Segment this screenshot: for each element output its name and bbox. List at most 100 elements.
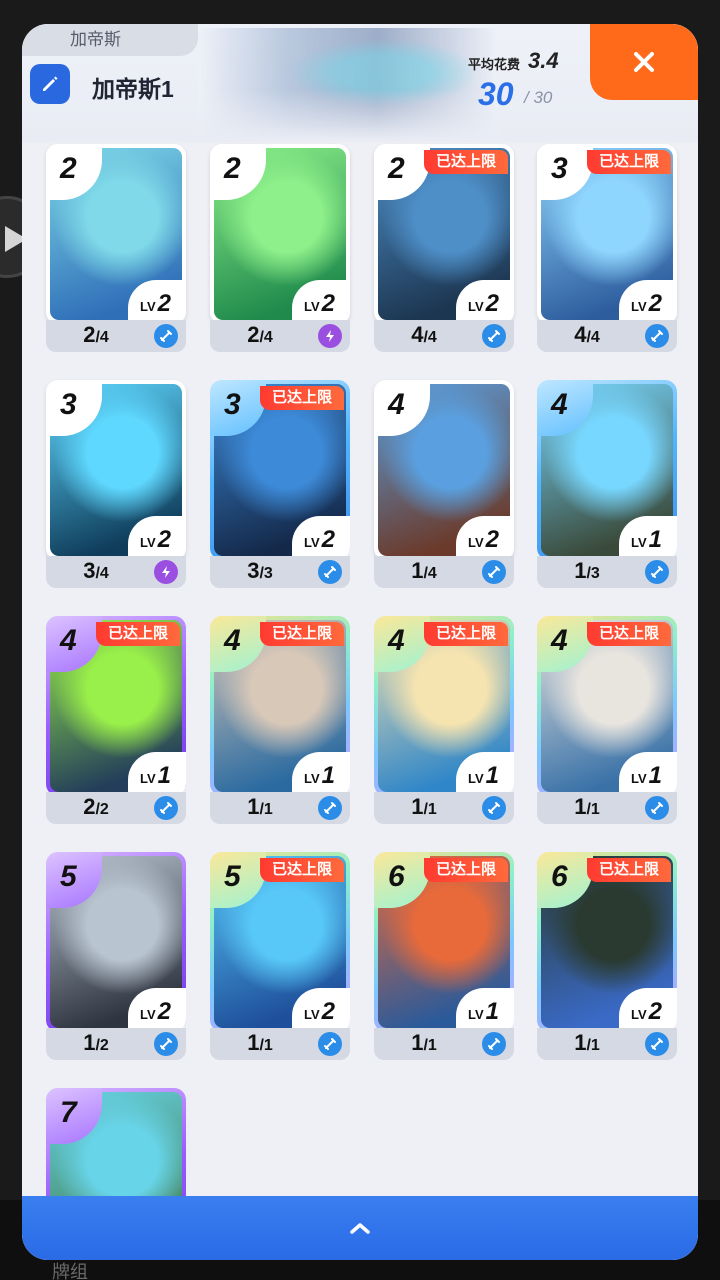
card-frame: 2 已达上限 LV2: [374, 144, 514, 324]
card-level-prefix: LV: [304, 299, 320, 314]
card-frame: 3 LV2: [46, 380, 186, 560]
card-copies-max: /3: [586, 565, 600, 582]
sword-icon: [154, 1032, 178, 1056]
card-copies-max: /1: [586, 801, 600, 818]
card-slot[interactable]: 5 已达上限 LV2 1/1: [210, 852, 350, 1064]
card-copies-owned: 1: [411, 1030, 424, 1055]
card-copies-max: /4: [95, 329, 109, 346]
card-level: LV1: [292, 752, 350, 796]
card-slot[interactable]: 4 已达上限 LV1 1/1: [537, 616, 677, 828]
card-frame: 2 LV2: [46, 144, 186, 324]
card-level: LV2: [292, 516, 350, 560]
edit-deck-button[interactable]: [30, 64, 70, 104]
card-level-value: 1: [485, 998, 500, 1025]
card-copies-max: /2: [95, 1037, 109, 1054]
card-copies-owned: 1: [411, 558, 424, 583]
card-copies-max: /4: [95, 565, 109, 582]
card-copies-owned: 2: [83, 322, 96, 347]
card-slot[interactable]: 5 LV2 1/2: [46, 852, 186, 1064]
card-slot[interactable]: 3 已达上限 LV2 4/4: [537, 144, 677, 356]
sword-icon: [482, 324, 506, 348]
card-frame: 6 已达上限 LV1: [374, 852, 514, 1032]
max-level-tag: 已达上限: [424, 858, 508, 882]
card-frame: 4 已达上限 LV1: [537, 616, 677, 796]
max-level-tag: 已达上限: [260, 622, 344, 646]
card-slot[interactable]: 2 LV2 2/4: [210, 144, 350, 356]
deck-name[interactable]: 加帝斯1: [92, 70, 174, 104]
card-copies-owned: 1: [574, 558, 587, 583]
sword-icon: [645, 324, 669, 348]
card-copies-bar: 2/4: [210, 320, 350, 352]
max-level-tag: 已达上限: [587, 622, 671, 646]
card-frame: 4 已达上限 LV1: [374, 616, 514, 796]
card-copies-max: /2: [95, 801, 109, 818]
card-level-prefix: LV: [140, 1007, 156, 1022]
card-level-prefix: LV: [631, 299, 647, 314]
card-level-value: 1: [157, 762, 172, 789]
card-frame: 5 已达上限 LV2: [210, 852, 350, 1032]
card-copies: 3/4: [46, 558, 146, 584]
card-grid: 2 LV2 2/4 2 LV2 2/4 2 已达上限 LV2 4/4 3 已达上限 LV2 4/4 3 LV2…: [22, 142, 698, 1260]
card-level: LV2: [619, 280, 677, 324]
card-frame: 3 已达上限 LV2: [210, 380, 350, 560]
card-slot[interactable]: 4 已达上限 LV1 1/1: [374, 616, 514, 828]
card-slot[interactable]: 3 已达上限 LV2 3/3: [210, 380, 350, 592]
card-copies-owned: 2: [247, 322, 260, 347]
sword-icon: [318, 560, 342, 584]
card-copies-max: /1: [259, 1037, 273, 1054]
card-level-prefix: LV: [468, 535, 484, 550]
card-copies-owned: 2: [83, 794, 96, 819]
card-level-prefix: LV: [140, 771, 156, 786]
expand-bar-button[interactable]: [22, 1196, 698, 1260]
card-copies-max: /4: [586, 329, 600, 346]
card-slot[interactable]: 4 已达上限 LV1 1/1: [210, 616, 350, 828]
card-slot[interactable]: 3 LV2 3/4: [46, 380, 186, 592]
max-level-tag: 已达上限: [424, 622, 508, 646]
card-level-value: 2: [648, 998, 663, 1025]
card-copies-bar: 1/1: [374, 792, 514, 824]
card-level: LV1: [456, 752, 514, 796]
card-level: LV2: [128, 516, 186, 560]
card-slot[interactable]: 4 已达上限 LV1 2/2: [46, 616, 186, 828]
card-copies: 1/2: [46, 1030, 146, 1056]
card-slot[interactable]: 4 LV2 1/4: [374, 380, 514, 592]
card-copies-max: /1: [259, 801, 273, 818]
lightning-icon: [154, 560, 178, 584]
card-copies-bar: 3/4: [46, 556, 186, 588]
card-copies-max: /1: [423, 1037, 437, 1054]
max-level-tag: 已达上限: [587, 858, 671, 882]
card-copies-owned: 3: [247, 558, 260, 583]
card-copies-bar: 1/3: [537, 556, 677, 588]
card-level-prefix: LV: [140, 535, 156, 550]
close-button[interactable]: [590, 24, 698, 100]
card-copies-bar: 2/2: [46, 792, 186, 824]
card-frame: 4 已达上限 LV1: [210, 616, 350, 796]
chevron-up-icon: [350, 1223, 370, 1234]
card-slot[interactable]: 6 已达上限 LV1 1/1: [374, 852, 514, 1064]
card-copies-max: /4: [259, 329, 273, 346]
close-icon: [634, 52, 654, 72]
card-copies-max: /1: [423, 801, 437, 818]
card-level-value: 2: [157, 998, 172, 1025]
card-level: LV1: [619, 516, 677, 560]
card-level: LV2: [128, 988, 186, 1032]
card-copies-bar: 1/1: [537, 1028, 677, 1060]
sword-icon: [318, 796, 342, 820]
hero-name-tab: 加帝斯: [22, 24, 198, 56]
max-level-tag: 已达上限: [96, 622, 180, 646]
card-copies: 2/4: [46, 322, 146, 348]
sword-icon: [482, 796, 506, 820]
card-slot[interactable]: 6 已达上限 LV2 1/1: [537, 852, 677, 1064]
card-slot[interactable]: 2 LV2 2/4: [46, 144, 186, 356]
card-level-prefix: LV: [468, 299, 484, 314]
card-copies-bar: 2/4: [46, 320, 186, 352]
card-copies-bar: 1/1: [210, 1028, 350, 1060]
card-copies-owned: 3: [83, 558, 96, 583]
card-slot[interactable]: 4 LV1 1/3: [537, 380, 677, 592]
card-slot[interactable]: 2 已达上限 LV2 4/4: [374, 144, 514, 356]
deck-panel: 加帝斯 加帝斯1 平均花费 3.4 30 / 30 2 LV2 2/4 2 LV2 2/4…: [22, 24, 698, 1260]
card-copies: 2/2: [46, 794, 146, 820]
card-copies-max: /1: [586, 1037, 600, 1054]
card-frame: 5 LV2: [46, 852, 186, 1032]
card-frame: 3 已达上限 LV2: [537, 144, 677, 324]
